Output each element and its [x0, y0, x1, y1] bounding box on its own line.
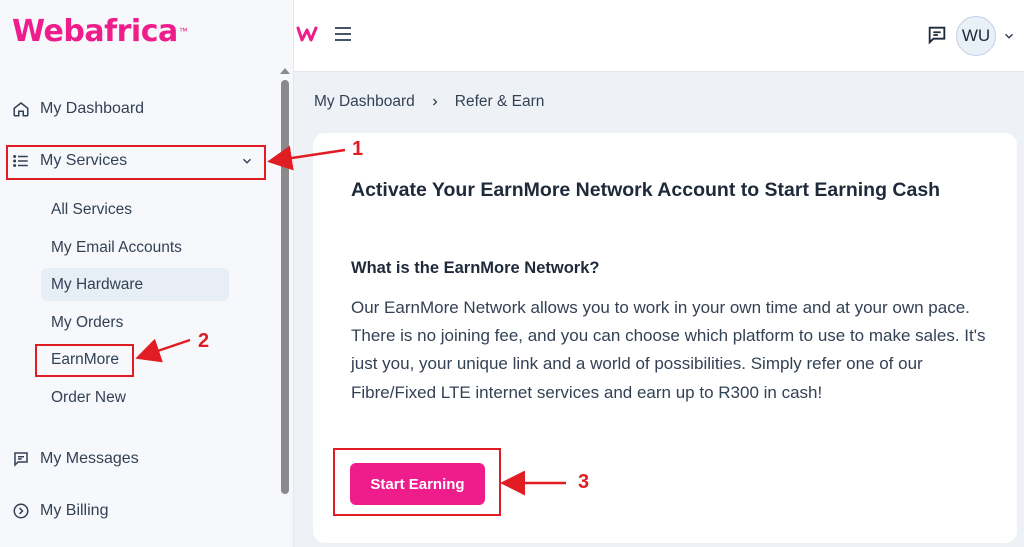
- card-subtitle: What is the EarnMore Network?: [351, 259, 600, 277]
- submenu-order-new[interactable]: Order New: [51, 389, 126, 407]
- webafrica-mini-logo[interactable]: [296, 24, 320, 44]
- breadcrumb-dashboard[interactable]: My Dashboard: [314, 93, 415, 111]
- annotation-number-2: 2: [198, 330, 210, 352]
- submenu-email-accounts[interactable]: My Email Accounts: [51, 239, 182, 257]
- annotation-number-1: 1: [352, 138, 364, 160]
- sidebar-item-dashboard[interactable]: My Dashboard: [12, 100, 144, 118]
- home-icon: [12, 100, 30, 118]
- sidebar-item-label: My Billing: [40, 502, 109, 519]
- chevron-down-icon[interactable]: [240, 154, 254, 168]
- sidebar-item-billing[interactable]: My Billing: [12, 502, 108, 520]
- message-icon[interactable]: [926, 24, 948, 46]
- sidebar-item-services[interactable]: My Services: [12, 152, 127, 170]
- webafrica-logo[interactable]: Webafrica ™: [12, 13, 188, 49]
- list-icon: [12, 152, 30, 170]
- breadcrumb: My Dashboard Refer & Earn: [314, 93, 544, 111]
- top-header: [294, 0, 1024, 72]
- chevron-right-icon: [432, 98, 438, 106]
- logo-text: Webafrica: [12, 13, 178, 49]
- sidebar-scrollbar[interactable]: [281, 80, 289, 494]
- submenu-all-services[interactable]: All Services: [51, 201, 132, 219]
- sidebar-item-label: My Services: [40, 152, 128, 169]
- submenu-hardware[interactable]: My Hardware: [51, 276, 143, 294]
- card-body-text: Our EarnMore Network allows you to work …: [351, 298, 986, 402]
- avatar[interactable]: WU: [956, 16, 996, 56]
- breadcrumb-current: Refer & Earn: [454, 93, 545, 110]
- sidebar-item-label: My Messages: [40, 450, 139, 467]
- card-title: Activate Your EarnMore Network Account t…: [351, 179, 941, 201]
- submenu-earnmore[interactable]: EarnMore: [51, 351, 119, 369]
- submenu-orders[interactable]: My Orders: [51, 314, 123, 332]
- annotation-number-3: 3: [578, 471, 590, 493]
- sidebar-item-messages[interactable]: My Messages: [12, 450, 139, 468]
- menu-icon[interactable]: [334, 26, 352, 42]
- chevron-down-icon[interactable]: [1002, 29, 1016, 43]
- sidebar-item-label: My Dashboard: [40, 100, 145, 117]
- chevron-circle-icon: [12, 502, 30, 520]
- scrollbar-up-arrow[interactable]: [280, 68, 290, 74]
- message-icon: [12, 450, 30, 468]
- start-earning-button[interactable]: Start Earning: [350, 463, 485, 505]
- logo-trademark: ™: [178, 26, 188, 36]
